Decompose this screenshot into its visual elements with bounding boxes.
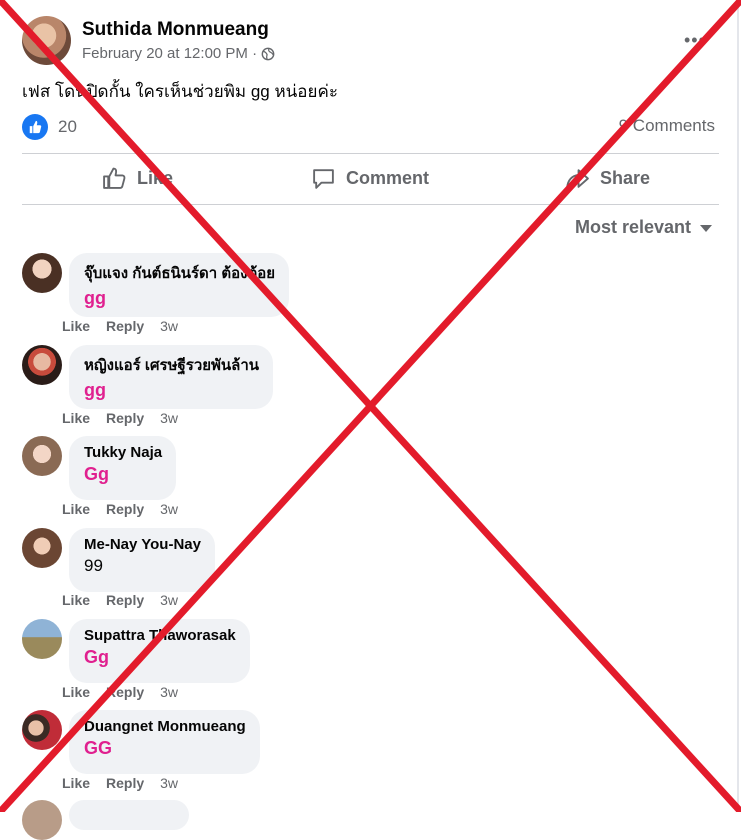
comment-time[interactable]: 3w [160,684,178,700]
comment-reply-button[interactable]: Reply [106,410,144,426]
post-card: Suthida Monmueang February 20 at 12:00 P… [0,0,739,840]
commenter-name[interactable]: Tukky Naja [84,444,162,461]
share-button[interactable]: Share [565,166,650,191]
commenter-avatar[interactable] [22,710,62,750]
comment-text: 99 [84,556,103,575]
comment-bubble: Supattra Thaworasak Gg [69,619,250,683]
commenter-name[interactable]: Me-Nay You-Nay [84,536,201,553]
author-avatar[interactable] [22,16,71,65]
sort-label: Most relevant [574,217,691,237]
comment-bubble [69,800,189,830]
comment-text: Gg [84,464,109,484]
comment-bubble: Me-Nay You-Nay 99 [69,528,215,592]
comment-time[interactable]: 3w [160,592,178,608]
comment-bubble: หญิงแอร์ เศรษฐีรวยพันล้าน gg [69,345,274,409]
comment-reply-button[interactable]: Reply [106,318,144,334]
globe-icon [261,47,275,60]
comment-like-button[interactable]: Like [62,592,90,608]
comment-like-button[interactable]: Like [62,318,90,334]
commenter-name[interactable]: Supattra Thaworasak [84,627,236,644]
comment-actions: Like Reply 3w [62,592,178,608]
commenter-name[interactable]: จุ๊บแจง กันต์ธนินร์ดา ต้องต้อย [84,261,275,285]
comment-like-button[interactable]: Like [62,501,90,517]
comment-actions: Like Reply 3w [62,410,178,426]
comment-like-button[interactable]: Like [62,684,90,700]
comment-actions: Like Reply 3w [62,501,178,517]
comment-button[interactable]: Comment [311,166,429,191]
commenter-name[interactable]: หญิงแอร์ เศรษฐีรวยพันล้าน [84,353,259,377]
more-icon[interactable]: ••• [684,30,706,51]
comment-reply-button[interactable]: Reply [106,501,144,517]
comment-reply-button[interactable]: Reply [106,592,144,608]
post-date[interactable]: February 20 at 12:00 PM · [82,45,257,62]
comment-reply-button[interactable]: Reply [106,775,144,791]
comments-count[interactable]: 9 Comments [619,116,715,136]
comment-time[interactable]: 3w [160,410,178,426]
share-icon [566,169,589,189]
commenter-avatar[interactable] [22,619,62,659]
comment-bubble: Duangnet Monmueang GG [69,710,260,774]
comment-like-button[interactable]: Like [62,775,90,791]
comment-actions: Like Reply 3w [62,318,178,334]
comment-text: Gg [84,647,109,667]
post-text: เฟส โดนปิดกั้น ใครเห็นช่วยพิม gg หน่อยค่… [22,82,338,101]
comment-text: GG [84,738,113,758]
comment-label: Comment [346,168,430,188]
commenter-name[interactable]: Duangnet Monmueang [84,718,246,735]
like-icon [103,167,126,189]
divider [22,204,719,205]
caret-down-icon [700,224,712,232]
commenter-avatar[interactable] [22,436,62,476]
comment-reply-button[interactable]: Reply [106,684,144,700]
commenter-avatar[interactable] [22,528,62,568]
like-button[interactable]: Like [102,166,173,191]
comment-like-button[interactable]: Like [62,410,90,426]
reaction-summary[interactable]: 20 [22,114,77,140]
comment-bubble: จุ๊บแจง กันต์ธนินร์ดา ต้องต้อย gg [69,253,290,317]
like-label: Like [137,168,174,188]
comment-time[interactable]: 3w [160,775,178,791]
share-label: Share [600,168,651,188]
sort-dropdown[interactable]: Most relevant [575,217,713,238]
post-author[interactable]: Suthida Monmueang [82,19,269,41]
thumbs-up-badge-icon [22,114,48,140]
comment-icon [313,169,334,189]
commenter-avatar[interactable] [22,253,62,293]
comment-time[interactable]: 3w [160,318,178,334]
comment-text: gg [84,380,106,400]
comment-text: gg [84,288,106,308]
comment-actions: Like Reply 3w [62,775,178,791]
like-count: 20 [58,117,77,136]
comment-time[interactable]: 3w [160,501,178,517]
comment-actions: Like Reply 3w [62,684,178,700]
commenter-avatar[interactable] [22,345,62,385]
post-meta: February 20 at 12:00 PM · [82,45,275,62]
divider [22,153,719,154]
commenter-avatar[interactable] [22,800,62,840]
comment-bubble: Tukky Naja Gg [69,436,177,500]
